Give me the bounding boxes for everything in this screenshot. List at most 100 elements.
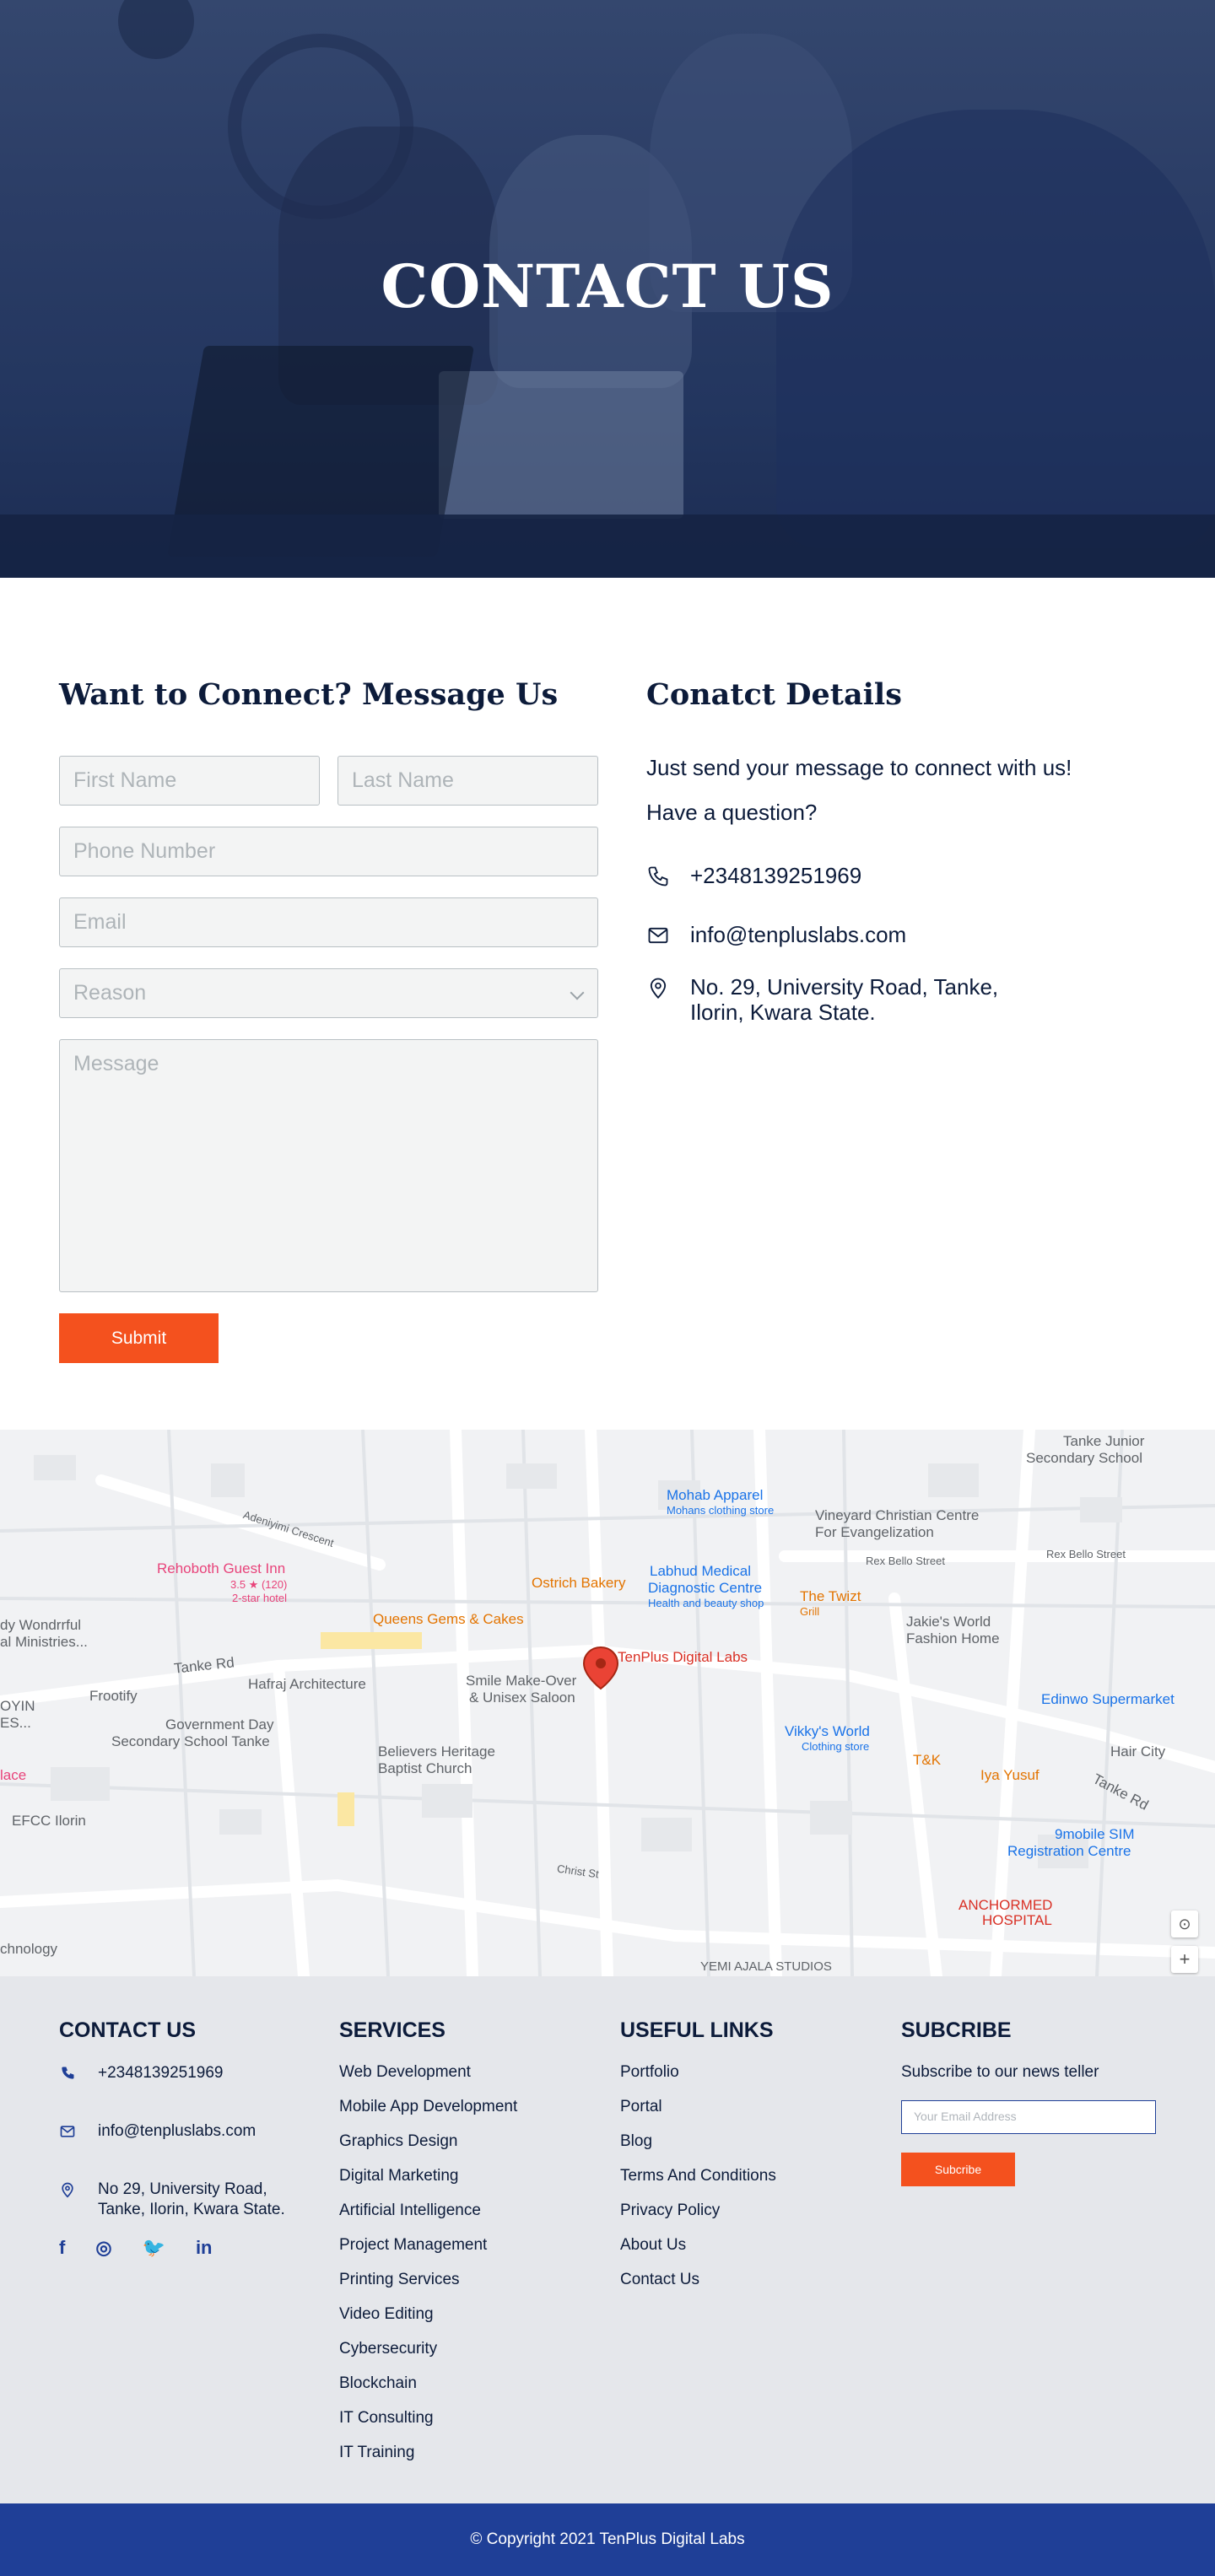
service-link[interactable]: Digital Marketing <box>339 2167 592 2201</box>
location-pin-icon <box>62 2182 73 2198</box>
message-textarea[interactable]: Message <box>59 1039 598 1292</box>
footer-contact-column: CONTACT US +2348139251969 info@tenplusla… <box>59 2018 312 2259</box>
useful-link[interactable]: Portal <box>620 2098 873 2132</box>
map-label-govday[interactable]: Government Day <box>165 1716 274 1733</box>
map-label-ostrich[interactable]: Ostrich Bakery <box>532 1575 625 1592</box>
useful-link[interactable]: Terms And Conditions <box>620 2167 873 2201</box>
map-label-vikky[interactable]: Vikky's World <box>785 1723 870 1740</box>
service-link[interactable]: Artificial Intelligence <box>339 2201 592 2236</box>
map-label-tanke-junior[interactable]: Tanke Junior <box>1063 1433 1144 1450</box>
service-link[interactable]: Cybersecurity <box>339 2340 592 2374</box>
service-link[interactable]: Web Development <box>339 2063 592 2098</box>
map-label-smile[interactable]: Smile Make-Over <box>466 1673 576 1689</box>
map-label-smile-2: & Unisex Saloon <box>469 1689 575 1706</box>
email-input[interactable]: Email <box>59 897 598 947</box>
map-label-vineyard[interactable]: Vineyard Christian Centre <box>815 1507 979 1524</box>
map-label-vikky-2: Clothing store <box>802 1740 870 1753</box>
useful-link[interactable]: Blog <box>620 2132 873 2167</box>
map-label-mohab-2: Mohans clothing store <box>667 1504 775 1517</box>
map-label-ministries: al Ministries... <box>0 1634 88 1650</box>
map-label-edinwo[interactable]: Edinwo Supermarket <box>1041 1691 1174 1708</box>
map-label-govday-2: Secondary School Tanke <box>111 1733 270 1749</box>
contact-question-text: Have a question? <box>646 800 818 825</box>
service-link[interactable]: Video Editing <box>339 2305 592 2340</box>
service-link[interactable]: Blockchain <box>339 2374 592 2409</box>
map-label-efcc[interactable]: EFCC Ilorin <box>12 1813 86 1830</box>
mail-icon <box>648 927 668 944</box>
map-label-labhud-3: Health and beauty shop <box>648 1597 764 1609</box>
footer-address-text: No 29, University Road, Tanke, Ilorin, Kw… <box>98 2180 285 2218</box>
map-label-rex: Rex Bello Street <box>866 1555 945 1567</box>
useful-link[interactable]: About Us <box>620 2236 873 2271</box>
contact-intro-text: Just send your message to connect with u… <box>646 755 1072 780</box>
first-name-input[interactable]: First Name <box>59 756 320 806</box>
footer-services-column: SERVICES Web Development Mobile App Deve… <box>339 2018 592 2478</box>
map-label-twizt[interactable]: The Twizt <box>800 1588 861 1605</box>
linkedin-icon[interactable]: in <box>196 2237 213 2259</box>
contact-phone[interactable]: +2348139251969 <box>646 863 861 888</box>
service-link[interactable]: Mobile App Development <box>339 2098 592 2132</box>
submit-button[interactable]: Submit <box>59 1313 219 1363</box>
footer-email[interactable]: info@tenpluslabs.com <box>59 2121 312 2142</box>
contact-phone-text: +2348139251969 <box>690 863 862 888</box>
service-link[interactable]: IT Training <box>339 2444 592 2478</box>
map-label-tanke-junior-2: Secondary School <box>1026 1450 1142 1466</box>
map-label-chnology: chnology <box>0 1941 58 1957</box>
reason-select[interactable]: Reason <box>59 968 598 1018</box>
contact-email-text: info@tenpluslabs.com <box>690 922 907 947</box>
useful-link[interactable]: Portfolio <box>620 2063 873 2098</box>
footer-phone[interactable]: +2348139251969 <box>59 2063 312 2083</box>
map-label-ies: ES... <box>0 1715 31 1731</box>
map-label-jakie[interactable]: Jakie's World <box>906 1614 991 1630</box>
copyright-bar: © Copyright 2021 TenPlus Digital Labs <box>0 2503 1215 2576</box>
instagram-icon[interactable]: ◎ <box>95 2237 111 2259</box>
map-label-labhud-2: Diagnostic Centre <box>648 1580 763 1596</box>
phone-number-input[interactable]: Phone Number <box>59 827 598 876</box>
map-label-tenplus[interactable]: TenPlus Digital Labs <box>618 1649 748 1666</box>
service-link[interactable]: Graphics Design <box>339 2132 592 2167</box>
map-label-yemi: YEMI AJALA STUDIOS <box>700 1959 832 1974</box>
map-label-9mobile[interactable]: 9mobile SIM <box>1055 1826 1134 1843</box>
map-roads <box>0 1430 1215 1976</box>
footer-address: No 29, University Road, Tanke, Ilorin, Kw… <box>59 2180 312 2220</box>
useful-link[interactable]: Contact Us <box>620 2271 873 2305</box>
footer-subscribe-column: SUBCRIBE Subscribe to our news teller Yo… <box>901 2018 1163 2186</box>
page-title: CONTACT US <box>381 251 834 321</box>
map-label-mohab[interactable]: Mohab Apparel <box>667 1487 763 1504</box>
location-map[interactable]: TenPlus Digital Labs Rehoboth Guest Inn … <box>0 1430 1215 1976</box>
service-link[interactable]: IT Consulting <box>339 2409 592 2444</box>
hero-table-shape <box>0 515 1215 578</box>
contact-email[interactable]: info@tenpluslabs.com <box>646 922 906 947</box>
map-label-anchormed[interactable]: ANCHORMED <box>958 1897 1052 1914</box>
subscribe-button[interactable]: Subcribe <box>901 2153 1015 2186</box>
contact-details-title: Conatct Details <box>646 677 902 712</box>
map-label-iya[interactable]: Iya Yusuf <box>980 1767 1040 1784</box>
map-label-tk[interactable]: T&K <box>913 1752 941 1769</box>
contact-address: No. 29, University Road, Tanke, Ilorin, K… <box>646 974 998 1025</box>
my-location-button[interactable]: ⊙ <box>1171 1910 1198 1937</box>
last-name-input[interactable]: Last Name <box>338 756 598 806</box>
map-label-believers-2: Baptist Church <box>378 1760 472 1776</box>
twitter-icon[interactable]: 🐦 <box>143 2237 165 2259</box>
map-label-rehoboth-rating: 3.5 ★ (120) <box>230 1578 288 1591</box>
map-label-hafraj[interactable]: Hafraj Architecture <box>248 1676 366 1693</box>
subscribe-email-input[interactable]: Your Email Address <box>901 2100 1156 2134</box>
map-label-oyin: OYIN <box>0 1698 35 1714</box>
map-label-9mobile-2: Registration Centre <box>1007 1843 1131 1859</box>
map-label-rehoboth[interactable]: Rehoboth Guest Inn <box>157 1560 285 1577</box>
map-label-frootify[interactable]: Frootify <box>89 1688 138 1705</box>
map-label-labhud[interactable]: Labhud Medical <box>650 1563 751 1580</box>
hero-photo-shape <box>776 110 1215 548</box>
site-footer: CONTACT US +2348139251969 info@tenplusla… <box>0 1976 1215 2503</box>
map-label-believers[interactable]: Believers Heritage <box>378 1743 495 1760</box>
service-link[interactable]: Printing Services <box>339 2271 592 2305</box>
facebook-icon[interactable]: f <box>59 2237 65 2259</box>
service-link[interactable]: Project Management <box>339 2236 592 2271</box>
useful-link[interactable]: Privacy Policy <box>620 2201 873 2236</box>
footer-links-heading: USEFUL LINKS <box>620 2018 774 2042</box>
zoom-in-button[interactable]: + <box>1171 1946 1198 1973</box>
map-label-hair[interactable]: Hair City <box>1110 1743 1165 1760</box>
map-label-anchormed-2: HOSPITAL <box>982 1912 1052 1928</box>
map-label-queens[interactable]: Queens Gems & Cakes <box>373 1611 524 1628</box>
footer-links-column: USEFUL LINKS Portfolio Portal Blog Terms… <box>620 2018 873 2305</box>
